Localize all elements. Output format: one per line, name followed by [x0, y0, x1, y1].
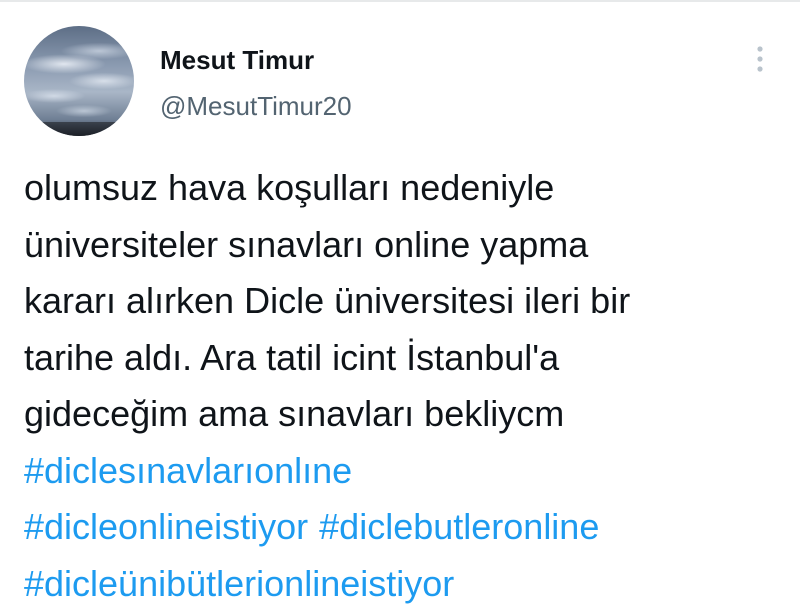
hashtag-line: #dicleünibütlerionlineistiyor [24, 556, 794, 613]
hashtag-line: #diclesınavlarıonlıne [24, 443, 794, 500]
tweet-text-line: gideceğim ama sınavları bekliycm [24, 393, 565, 434]
hashtag-link[interactable]: #dicleünibütlerionlineistiyor [24, 563, 454, 604]
more-options-button[interactable] [748, 42, 772, 78]
hashtag-link[interactable]: #diclebutleronline [319, 506, 599, 547]
avatar[interactable] [24, 26, 134, 136]
tweet-text-line: olumsuz hava koşulları nedeniyle [24, 167, 555, 208]
hashtag-link[interactable]: #diclesınavlarıonlıne [24, 450, 352, 491]
tweet-text-line: üniversiteler sınavları online yapma [24, 223, 589, 265]
tweet-card: Mesut Timur @MesutTimur20 olumsuz hava k… [0, 0, 800, 614]
author-display-name[interactable]: Mesut Timur [160, 44, 314, 76]
hashtag-line: #dicleonlineistiyor #diclebutleronline [24, 499, 794, 556]
hashtag-link[interactable]: #dicleonlineistiyor [24, 506, 308, 547]
tweet-text-line: kararı alırken Dicle üniversitesi ileri … [24, 280, 631, 321]
tweet-text-line: tarihe aldı. Ara tatil icint İstanbul'a [24, 336, 560, 378]
vertical-dots-icon [757, 46, 763, 72]
tweet-text: olumsuz hava koşulları nedeniyle ünivers… [24, 160, 794, 612]
author-handle[interactable]: @MesutTimur20 [160, 90, 352, 122]
avatar-horizon [24, 122, 134, 136]
